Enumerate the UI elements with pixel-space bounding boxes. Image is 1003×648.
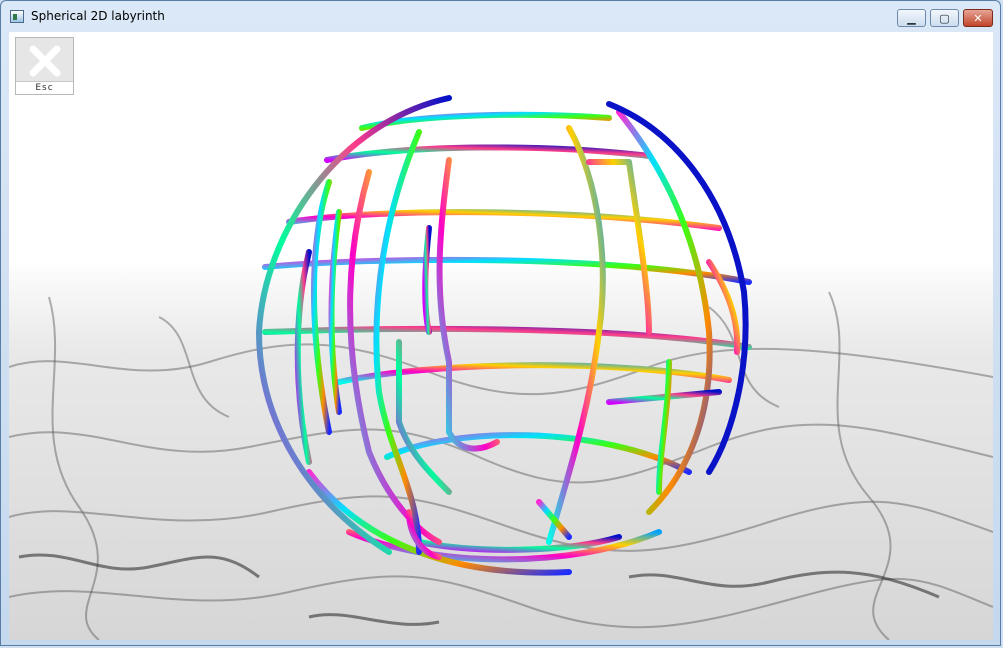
- 3d-viewport[interactable]: Esc: [9, 32, 993, 640]
- esc-button[interactable]: Esc: [15, 37, 74, 95]
- maximize-button[interactable]: ▢: [930, 9, 959, 27]
- app-icon: [10, 10, 24, 23]
- minimize-button[interactable]: ▁: [897, 9, 926, 27]
- maximize-icon: ▢: [939, 11, 950, 25]
- app-window: Spherical 2D labyrinth ▁ ▢ ✕ Esc: [0, 0, 1001, 646]
- title-bar[interactable]: Spherical 2D labyrinth ▁ ▢ ✕: [1, 1, 1000, 32]
- minimize-icon: ▁: [907, 11, 916, 25]
- spherical-labyrinth: [256, 95, 752, 576]
- esc-label: Esc: [16, 81, 73, 94]
- window-title: Spherical 2D labyrinth: [31, 9, 165, 23]
- close-icon: ✕: [973, 11, 983, 25]
- esc-close-icon: [29, 45, 61, 77]
- close-button[interactable]: ✕: [963, 9, 993, 27]
